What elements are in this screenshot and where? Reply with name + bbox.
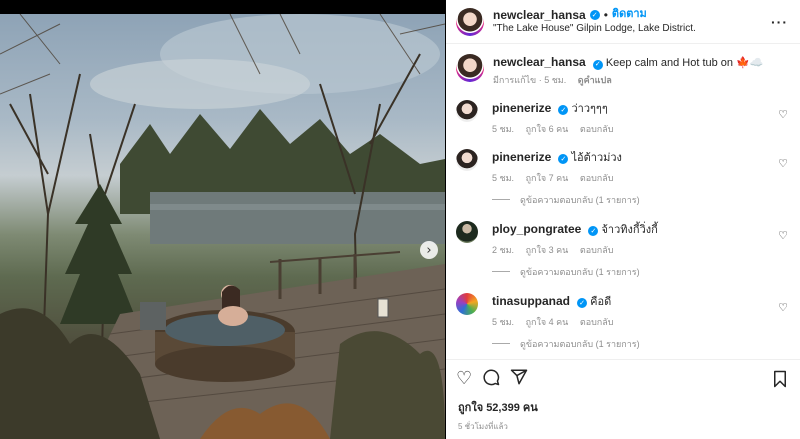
comment-time: 5 ชม. — [492, 316, 515, 327]
post-location[interactable]: "The Lake House" Gilpin Lodge, Lake Dist… — [493, 23, 696, 36]
view-replies-link[interactable]: ดูข้อความตอบกลับ (1 รายการ) — [492, 265, 790, 279]
comment-text: ไอ้ต้าวม่วง — [571, 151, 622, 164]
verified-badge-icon: ✓ — [592, 59, 603, 70]
separator-dot: • — [603, 7, 608, 22]
comment-item: pinenerize ✓ ว่าวๆๆๆ 5 ชม. ถูกใจ 6 คน ตอ… — [456, 99, 790, 135]
commenter-avatar[interactable] — [456, 292, 478, 315]
comments-list[interactable]: newclear_hansa ✓ Keep calm and Hot tub o… — [446, 44, 800, 360]
comment-item: tinasuppanad ✓ คือดี 5 ชม. ถูกใจ 4 คน ตอ… — [456, 292, 790, 328]
next-image-button[interactable]: › — [420, 241, 438, 259]
post-time: 5 ชั่วโมงที่แล้ว — [458, 422, 508, 431]
author-username[interactable]: newclear_hansa — [493, 8, 586, 23]
comment-likes[interactable]: ถูกใจ 4 คน — [526, 317, 569, 327]
view-replies-text[interactable]: ดูข้อความตอบกลับ (1 รายการ) — [520, 337, 640, 351]
verified-badge-icon: ✓ — [577, 298, 588, 309]
replies-line — [492, 343, 510, 345]
commenter-avatar[interactable] — [456, 220, 478, 243]
comment-item: pinenerize ✓ ไอ้ต้าวม่วง 5 ชม. ถูกใจ 7 ค… — [456, 148, 790, 184]
comment-likes[interactable]: ถูกใจ 6 คน — [526, 124, 569, 134]
bookmark-icon[interactable] — [772, 370, 788, 393]
send-icon[interactable] — [510, 368, 528, 390]
verified-badge-icon: ✓ — [558, 154, 569, 165]
reply-button[interactable]: ตอบกลับ — [580, 317, 614, 327]
post-caption: newclear_hansa ✓ Keep calm and Hot tub o… — [456, 54, 790, 86]
comment-time: 2 ชม. — [492, 244, 515, 255]
commenter-username[interactable]: tinasuppanad — [492, 294, 570, 308]
comment-text: คือดี — [590, 295, 612, 308]
view-replies-text[interactable]: ดูข้อความตอบกลับ (1 รายการ) — [520, 193, 640, 207]
commenter-username[interactable]: pinenerize — [492, 101, 551, 115]
lake-hot-tub-image — [0, 14, 445, 439]
comment-time: 5 ชม. — [492, 172, 515, 183]
likes-count[interactable]: ถูกใจ 52,399 คน — [446, 398, 800, 416]
author-avatar[interactable] — [456, 7, 484, 36]
comment-text: จ้าวทิงกี้วิ่งกี้ — [601, 223, 658, 236]
chevron-right-icon: › — [426, 242, 432, 258]
reply-button[interactable]: ตอบกลับ — [580, 173, 614, 183]
view-replies-link[interactable]: ดูข้อความตอบกลับ (1 รายการ) — [492, 193, 790, 207]
post-header: newclear_hansa ✓ • ติดตาม "The Lake Hous… — [446, 0, 800, 44]
heart-outline-icon[interactable]: ♡ — [778, 157, 788, 170]
caption-text: Keep calm and Hot tub on 🍁☁️ — [605, 57, 764, 69]
post-actions-bar: ♡ — [446, 360, 800, 398]
comment-likes[interactable]: ถูกใจ 3 คน — [526, 245, 569, 255]
commenter-avatar[interactable] — [456, 99, 478, 122]
comment-icon[interactable] — [482, 368, 500, 390]
view-replies-link[interactable]: ดูข้อความตอบกลับ (1 รายการ) — [492, 337, 790, 351]
commenter-avatar[interactable] — [456, 148, 478, 171]
replies-line — [492, 199, 510, 201]
view-replies-text[interactable]: ดูข้อความตอบกลับ (1 รายการ) — [520, 265, 640, 279]
verified-badge-icon: ✓ — [588, 226, 599, 237]
follow-button[interactable]: ติดตาม — [612, 8, 647, 22]
heart-outline-icon[interactable]: ♡ — [778, 229, 788, 242]
caption-avatar[interactable] — [456, 54, 484, 82]
comment-text: ว่าวๆๆๆ — [571, 102, 608, 115]
heart-outline-icon[interactable]: ♡ — [778, 108, 788, 121]
comment-time: 5 ชม. — [492, 123, 515, 134]
see-translation-link[interactable]: ดูคำแปล — [578, 75, 612, 85]
caption-username[interactable]: newclear_hansa — [493, 55, 586, 69]
comment-likes[interactable]: ถูกใจ 7 คน — [526, 173, 569, 183]
verified-badge-icon: ✓ — [558, 105, 569, 116]
reply-button[interactable]: ตอบกลับ — [580, 124, 614, 134]
heart-outline-icon[interactable]: ♡ — [778, 301, 788, 314]
commenter-username[interactable]: pinenerize — [492, 150, 551, 164]
post-side-panel: newclear_hansa ✓ • ติดตาม "The Lake Hous… — [446, 0, 800, 439]
comment-item: ploy_pongratee ✓ จ้าวทิงกี้วิ่งกี้ 2 ชม.… — [456, 220, 790, 256]
reply-button[interactable]: ตอบกลับ — [580, 245, 614, 255]
photo-top-bar — [0, 0, 445, 14]
heart-icon[interactable]: ♡ — [456, 370, 472, 388]
verified-badge-icon: ✓ — [589, 10, 600, 21]
commenter-username[interactable]: ploy_pongratee — [492, 222, 581, 236]
more-options-icon[interactable]: ··· — [771, 14, 788, 30]
replies-line — [492, 271, 510, 273]
caption-time: มีการแก้ไข · 5 ชม. — [493, 74, 567, 85]
post-photo[interactable]: › — [0, 14, 445, 439]
